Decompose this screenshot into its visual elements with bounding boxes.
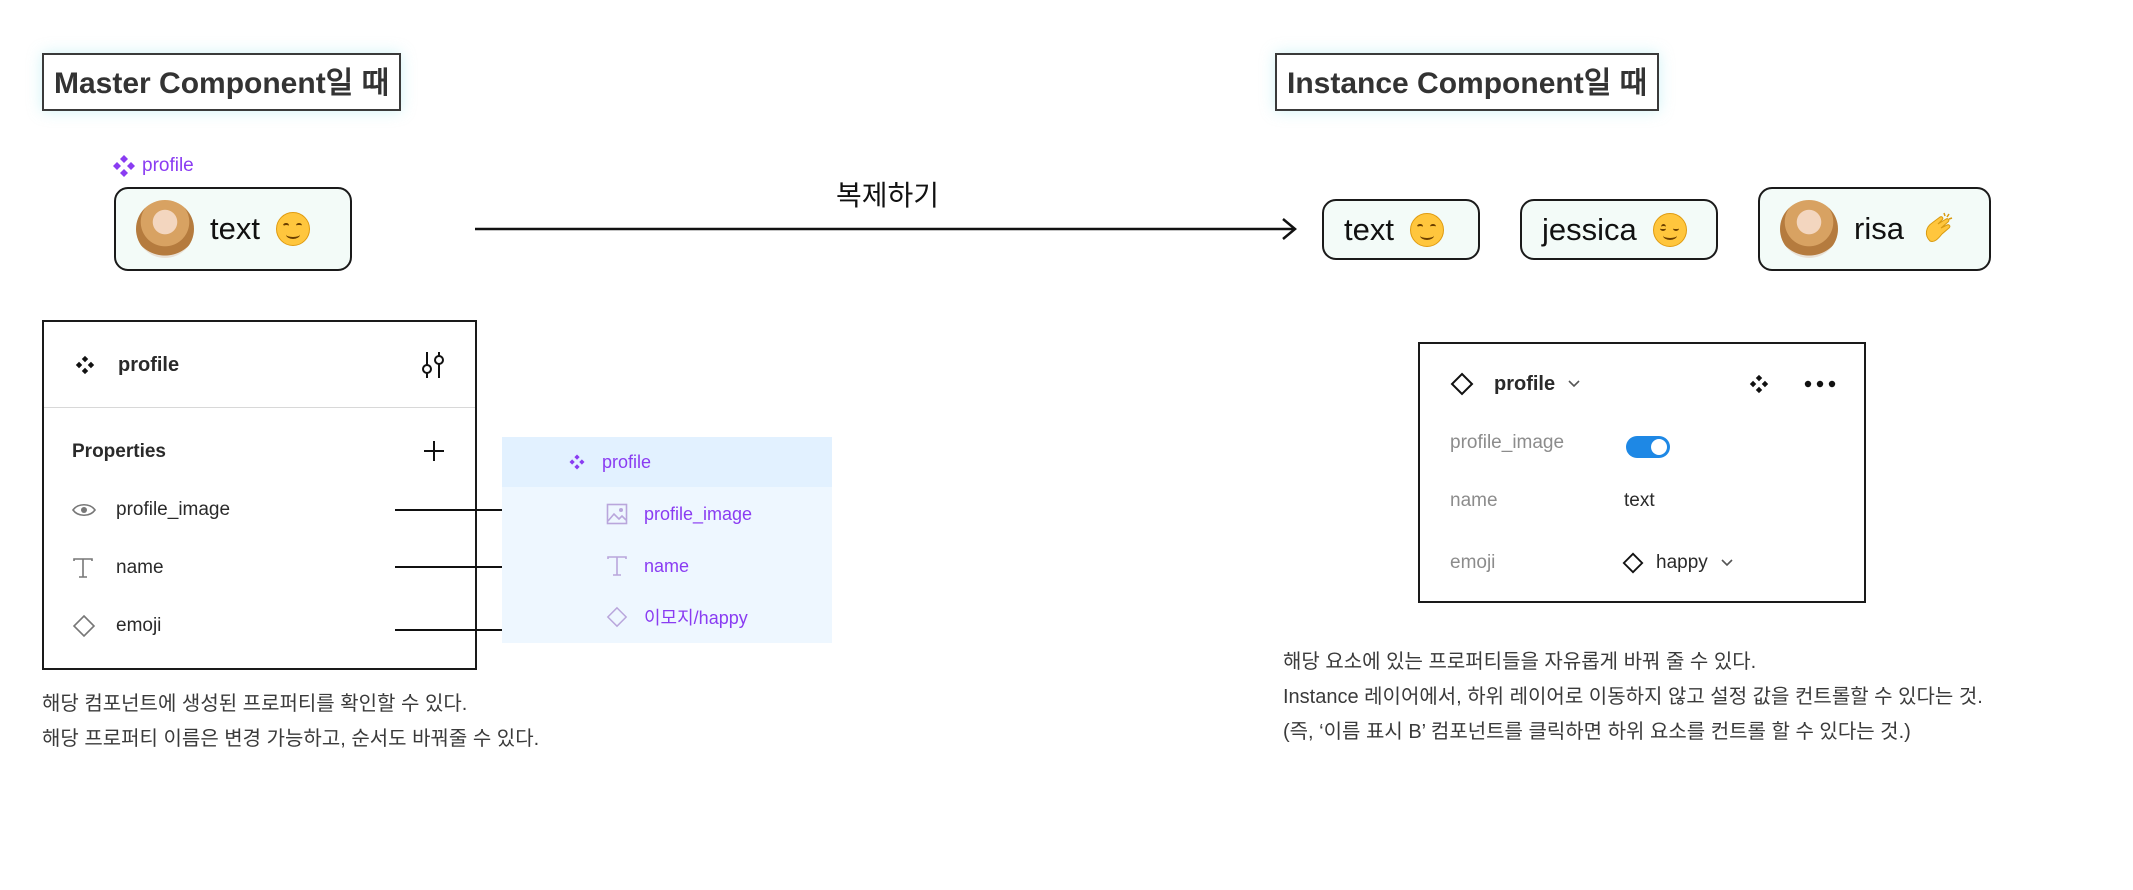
eye-icon <box>72 503 96 517</box>
layer-label: name <box>644 555 690 576</box>
component-icon <box>569 454 585 470</box>
instance-chip-2[interactable]: jessica <box>1520 199 1718 260</box>
property-row-profile-image[interactable]: profile_image <box>72 495 230 525</box>
instance-chip-3[interactable]: risa <box>1758 187 1991 271</box>
description-line: Instance 레이어에서, 하위 레이어로 이동하지 않고 설정 값을 컨트… <box>1283 686 1983 708</box>
instance-prop-label: emoji <box>1450 552 1496 573</box>
layer-row-profile[interactable]: profile <box>568 447 651 477</box>
panel-header[interactable]: profile <box>1450 369 1581 399</box>
smiling-face-emoji <box>275 212 310 246</box>
description-line: 해당 요소에 있는 프로퍼티들을 자유롭게 바꿔 줄 수 있다. <box>1283 651 1757 673</box>
component-icon <box>113 155 135 177</box>
property-label: emoji <box>116 615 162 636</box>
layers-panel: profile profile_image name 이모지/happy <box>502 437 832 643</box>
text-type-icon <box>73 558 93 578</box>
panel-title: profile <box>1494 372 1556 395</box>
instance-prop-label: name <box>1450 490 1498 511</box>
more-options-icon[interactable] <box>1804 380 1836 388</box>
description-line: (즉, ‘이름 표시 B’ 컴포넌트를 클릭하면 하위 요소를 컨트롤 할 수 … <box>1283 721 1911 743</box>
layer-row-profile-image[interactable]: profile_image <box>606 499 752 529</box>
adjust-icon[interactable] <box>420 350 446 380</box>
component-icon <box>75 355 95 375</box>
property-row-name[interactable]: name <box>72 553 164 583</box>
instance-section-title: Instance Component일 때 <box>1275 53 1660 111</box>
master-section-title: Master Component일 때 <box>42 53 402 111</box>
panel-title: profile <box>118 353 180 376</box>
property-row-emoji[interactable]: emoji <box>72 611 161 641</box>
emoji-variant-select[interactable]: happy <box>1622 548 1734 578</box>
master-component-name: profile <box>142 155 194 176</box>
name-value-field[interactable]: text <box>1624 486 1655 516</box>
properties-heading: Properties <box>72 441 166 462</box>
chevron-down-icon <box>1568 380 1580 388</box>
chip-text: text <box>210 211 260 246</box>
go-to-main-component-icon[interactable] <box>1748 373 1770 395</box>
layer-label: profile_image <box>644 503 753 524</box>
text-type-icon <box>607 556 627 576</box>
image-icon <box>606 503 628 525</box>
smiling-face-emoji <box>1409 212 1444 247</box>
avatar <box>136 200 194 258</box>
relieved-face-emoji <box>1652 212 1687 247</box>
diamond-icon <box>72 614 96 638</box>
divider <box>44 407 475 408</box>
duplicate-label: 복제하기 <box>836 180 940 211</box>
master-description: 해당 컴포넌트에 생성된 프로퍼티를 확인할 수 있다. 해당 프로퍼티 이름은… <box>42 687 539 757</box>
master-component-tag[interactable]: profile <box>112 154 194 178</box>
diamond-icon <box>1622 552 1644 574</box>
clapping-hands-emoji <box>1925 212 1953 242</box>
property-label: profile_image <box>116 499 231 520</box>
duplicate-arrow <box>475 218 1297 240</box>
instance-properties-panel: profile profile_image name text emoji ha… <box>1418 342 1866 603</box>
chevron-down-icon <box>1721 559 1733 567</box>
layer-label: profile <box>602 451 652 472</box>
master-profile-chip[interactable]: text <box>114 187 352 271</box>
diamond-icon <box>606 606 628 628</box>
instance-prop-label: profile_image <box>1450 432 1565 453</box>
chip-text: jessica <box>1542 211 1637 247</box>
description-line: 해당 컴포넌트에 생성된 프로퍼티를 확인할 수 있다. <box>42 693 468 715</box>
layer-label: 이모지/happy <box>644 608 748 628</box>
add-property-icon[interactable] <box>422 439 446 463</box>
layer-row-emoji[interactable]: 이모지/happy <box>606 602 748 632</box>
property-label: name <box>116 557 164 578</box>
description-line: 해당 프로퍼티 이름은 변경 가능하고, 순서도 바꿔줄 수 있다. <box>42 728 540 750</box>
panel-header: profile <box>74 350 179 380</box>
layer-row-name[interactable]: name <box>606 551 689 581</box>
chip-text: risa <box>1854 211 1904 246</box>
chip-text: text <box>1344 211 1394 247</box>
profile-image-toggle[interactable] <box>1626 436 1670 458</box>
instance-chip-1[interactable]: text <box>1322 199 1480 260</box>
instance-description: 해당 요소에 있는 프로퍼티들을 자유롭게 바꿔 줄 수 있다. Instanc… <box>1283 645 1983 750</box>
layer-row-selected-bg <box>502 437 832 487</box>
avatar <box>1780 200 1838 258</box>
emoji-value: happy <box>1656 552 1708 573</box>
instance-diamond-icon <box>1450 372 1474 396</box>
